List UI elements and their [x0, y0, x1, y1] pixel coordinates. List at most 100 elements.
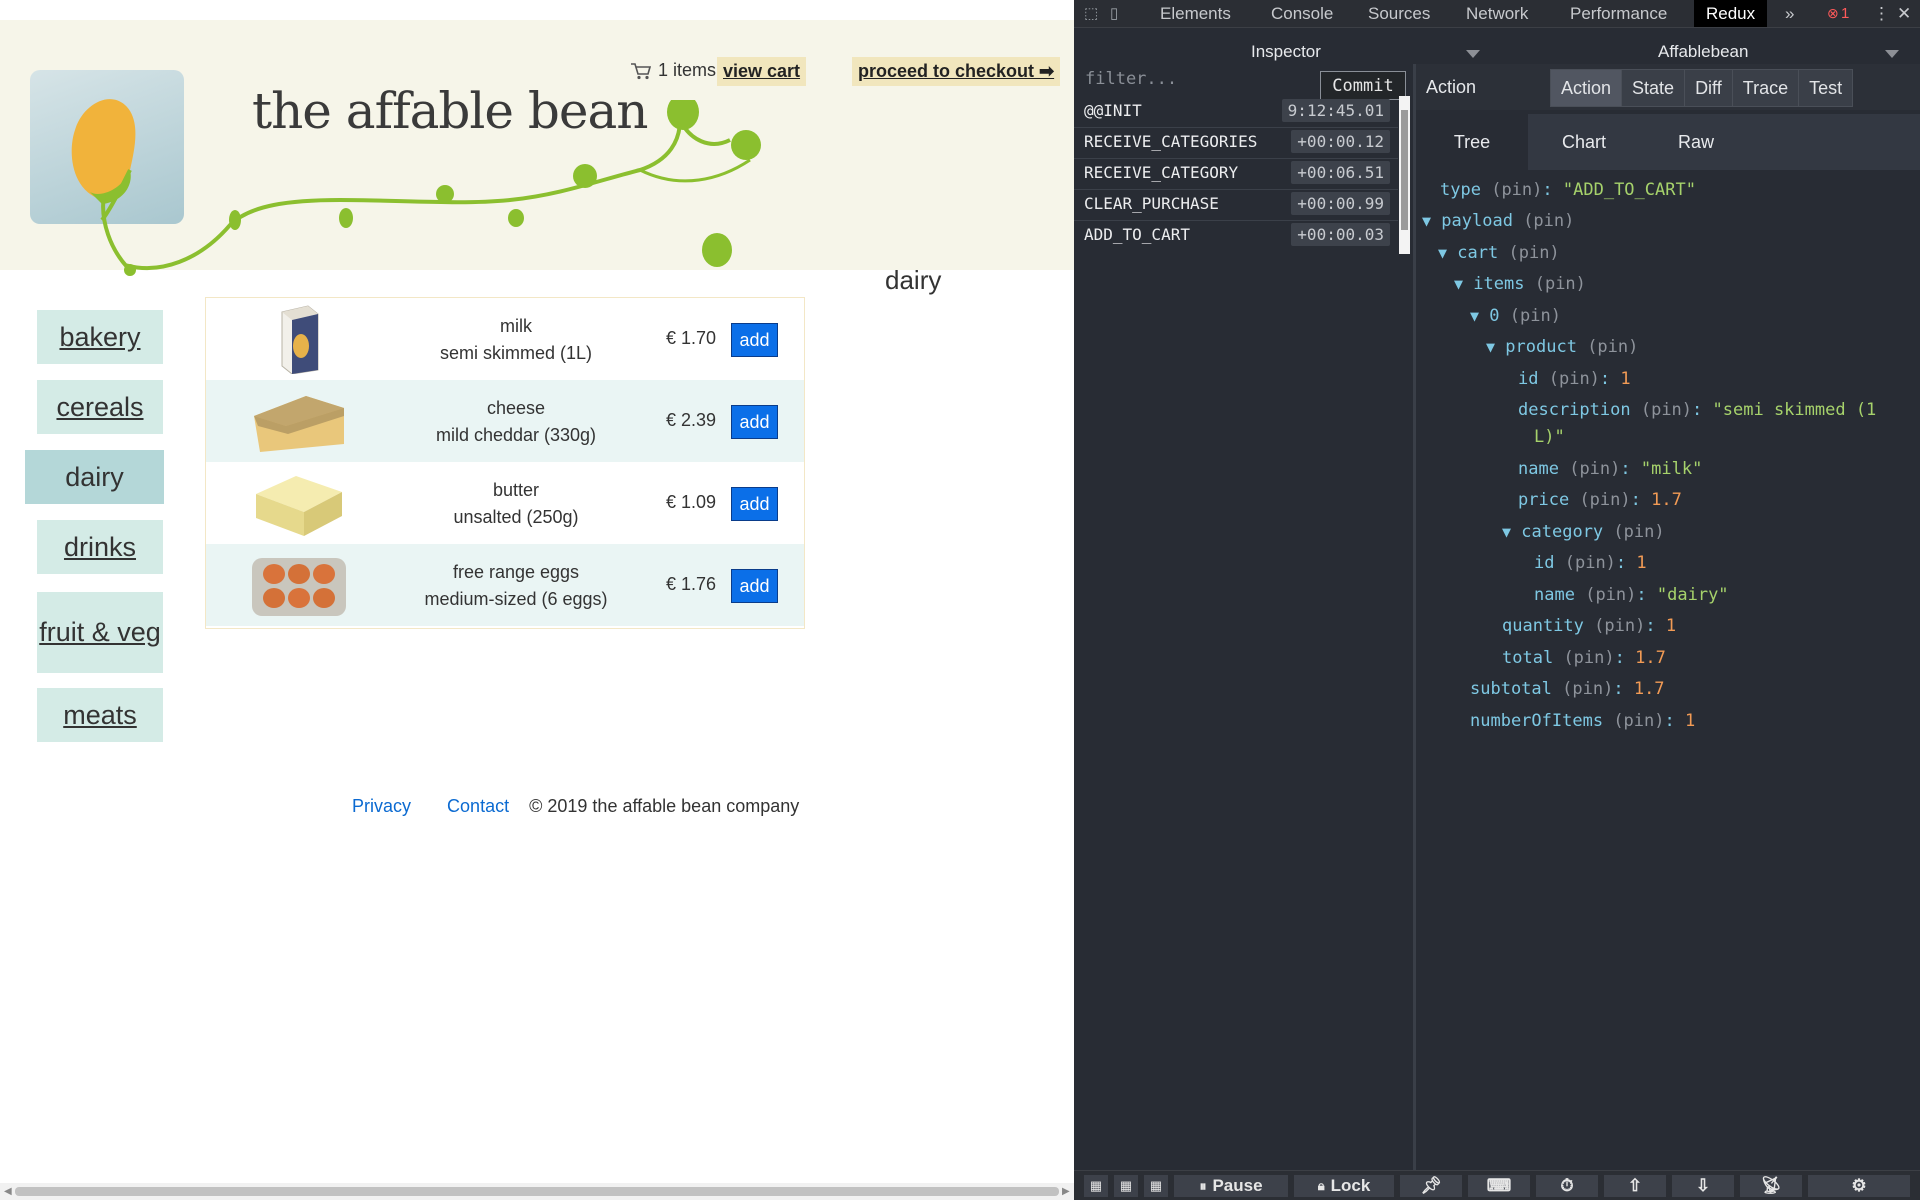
monitor-chevron-down-icon[interactable] [1466, 50, 1480, 58]
tab-trace[interactable]: Trace [1732, 70, 1800, 106]
expand-caret-icon[interactable]: ▼ [1470, 307, 1479, 325]
scroll-left-icon[interactable]: ◀ [4, 1186, 12, 1197]
scrollbar-thumb[interactable] [1401, 110, 1408, 230]
more-tabs-icon[interactable]: » [1785, 0, 1794, 27]
action-item[interactable]: RECEIVE_CATEGORIES +00:00.12 [1074, 127, 1398, 159]
filter-input[interactable]: filter... [1085, 69, 1177, 89]
expand-caret-icon[interactable]: ▼ [1422, 212, 1431, 230]
add-to-cart-button[interactable]: add [731, 487, 778, 521]
pin-label[interactable]: (pin) [1585, 585, 1636, 605]
action-item-selected[interactable]: ADD_TO_CART +00:00.03 [1074, 220, 1398, 251]
tab-state[interactable]: State [1622, 70, 1686, 106]
category-meats[interactable]: meats [37, 688, 163, 742]
contact-link[interactable]: Contact [447, 796, 509, 816]
layout-left-icon[interactable]: ▦ [1084, 1175, 1108, 1197]
category-dairy[interactable]: dairy [25, 450, 164, 504]
tab-console[interactable]: Console [1271, 0, 1333, 27]
tab-tree[interactable]: Tree [1416, 114, 1528, 170]
tree-node-payload[interactable]: ▼ payload (pin) [1422, 211, 1574, 231]
tree-node-total[interactable]: total (pin): 1.7 [1502, 648, 1666, 668]
instance-select[interactable]: Affablebean [1658, 42, 1748, 62]
settings-gear-icon[interactable]: ⚙ [1808, 1175, 1910, 1197]
error-icon[interactable]: ⊗ [1827, 0, 1839, 27]
pin-label[interactable]: (pin) [1579, 490, 1630, 510]
tab-network[interactable]: Network [1466, 0, 1528, 27]
upload-icon[interactable]: ⇧ [1604, 1175, 1666, 1197]
tab-sources[interactable]: Sources [1368, 0, 1430, 27]
action-list-scrollbar[interactable] [1399, 96, 1410, 254]
tree-node-index[interactable]: ▼ 0 (pin) [1470, 306, 1561, 326]
add-to-cart-button[interactable]: add [731, 569, 778, 603]
pin-label[interactable]: (pin) [1535, 274, 1586, 294]
pin-label[interactable]: (pin) [1510, 306, 1561, 326]
pin-label[interactable]: (pin) [1549, 369, 1600, 389]
action-item[interactable]: RECEIVE_CATEGORY +00:06.51 [1074, 158, 1398, 190]
tree-node-product[interactable]: ▼ product (pin) [1486, 337, 1638, 357]
category-bakery[interactable]: bakery [37, 310, 163, 364]
pin-label[interactable]: (pin) [1491, 180, 1542, 200]
pin-label[interactable]: (pin) [1613, 711, 1664, 731]
tree-node-type[interactable]: type (pin): "ADD_TO_CART" [1440, 180, 1696, 200]
checkout-link[interactable]: proceed to checkout ➡ [852, 57, 1061, 86]
add-to-cart-button[interactable]: add [731, 323, 778, 357]
tree-node-category[interactable]: ▼ category (pin) [1502, 522, 1665, 542]
pause-button[interactable]: ⏸ Pause [1174, 1175, 1288, 1197]
pin-label[interactable]: (pin) [1587, 337, 1638, 357]
device-toolbar-icon[interactable]: ▯ [1110, 4, 1118, 22]
pin-label[interactable]: (pin) [1569, 459, 1620, 479]
tree-node-cart[interactable]: ▼ cart (pin) [1438, 243, 1560, 263]
instance-chevron-down-icon[interactable] [1885, 50, 1899, 58]
pin-label[interactable]: (pin) [1613, 522, 1664, 542]
tab-raw[interactable]: Raw [1640, 114, 1752, 170]
tree-node-id[interactable]: id (pin): 1 [1518, 369, 1631, 389]
expand-caret-icon[interactable]: ▼ [1502, 523, 1511, 541]
tree-node-quantity[interactable]: quantity (pin): 1 [1502, 616, 1676, 636]
view-cart-link[interactable]: view cart [717, 57, 807, 86]
action-item[interactable]: CLEAR_PURCHASE +00:00.99 [1074, 189, 1398, 221]
tab-redux[interactable]: Redux [1694, 0, 1768, 27]
tab-diff[interactable]: Diff [1685, 70, 1733, 106]
tree-node-category-name[interactable]: name (pin): "dairy" [1534, 585, 1729, 605]
inspect-element-icon[interactable]: ⬚ [1084, 4, 1098, 22]
close-devtools-icon[interactable]: ✕ [1897, 0, 1911, 27]
tree-node-category-id[interactable]: id (pin): 1 [1534, 553, 1647, 573]
expand-caret-icon[interactable]: ▼ [1454, 275, 1463, 293]
tab-elements[interactable]: Elements [1160, 0, 1231, 27]
scroll-right-icon[interactable]: ▶ [1062, 1186, 1070, 1197]
monitor-select[interactable]: Inspector [1251, 42, 1321, 62]
keyboard-icon[interactable]: ⌨ [1468, 1175, 1530, 1197]
tab-performance[interactable]: Performance [1570, 0, 1667, 27]
tree-node-name[interactable]: name (pin): "milk" [1518, 459, 1702, 479]
expand-caret-icon[interactable]: ▼ [1486, 338, 1495, 356]
lock-button[interactable]: 🔒︎ Lock [1294, 1175, 1394, 1197]
pin-label[interactable]: (pin) [1508, 243, 1559, 263]
category-fruit-veg[interactable]: fruit & veg [37, 592, 163, 673]
pin-label[interactable]: (pin) [1562, 679, 1613, 699]
layout-bottom-icon[interactable]: ▦ [1144, 1175, 1168, 1197]
download-icon[interactable]: ⇩ [1672, 1175, 1734, 1197]
tree-node-number-of-items[interactable]: numberOfItems (pin): 1 [1470, 711, 1695, 731]
pin-icon[interactable]: 📌︎ [1400, 1175, 1462, 1197]
privacy-link[interactable]: Privacy [352, 796, 411, 816]
category-cereals[interactable]: cereals [37, 380, 163, 434]
pin-label[interactable]: (pin) [1641, 400, 1692, 420]
action-item[interactable]: @@INIT 9:12:45.01 [1074, 96, 1398, 128]
scrollbar-thumb[interactable] [15, 1187, 1059, 1196]
layout-right-icon[interactable]: ▦ [1114, 1175, 1138, 1197]
pin-label[interactable]: (pin) [1594, 616, 1645, 636]
pin-label[interactable]: (pin) [1523, 211, 1574, 231]
tree-node-subtotal[interactable]: subtotal (pin): 1.7 [1470, 679, 1665, 699]
expand-caret-icon[interactable]: ▼ [1438, 244, 1447, 262]
tab-test[interactable]: Test [1799, 70, 1853, 106]
category-drinks[interactable]: drinks [37, 520, 163, 574]
tab-chart[interactable]: Chart [1528, 114, 1640, 170]
tree-node-price[interactable]: price (pin): 1.7 [1518, 490, 1682, 510]
add-to-cart-button[interactable]: add [731, 405, 778, 439]
horizontal-scrollbar[interactable]: ◀ ▶ [0, 1183, 1074, 1200]
pin-label[interactable]: (pin) [1565, 553, 1616, 573]
tab-action[interactable]: Action [1551, 70, 1623, 106]
remote-broadcast-icon[interactable]: 📡︎ [1740, 1175, 1802, 1197]
tree-node-description[interactable]: description (pin): "semi skimmed (1 [1518, 400, 1876, 420]
timer-icon[interactable]: ⏱ [1536, 1175, 1598, 1197]
pin-label[interactable]: (pin) [1563, 648, 1614, 668]
